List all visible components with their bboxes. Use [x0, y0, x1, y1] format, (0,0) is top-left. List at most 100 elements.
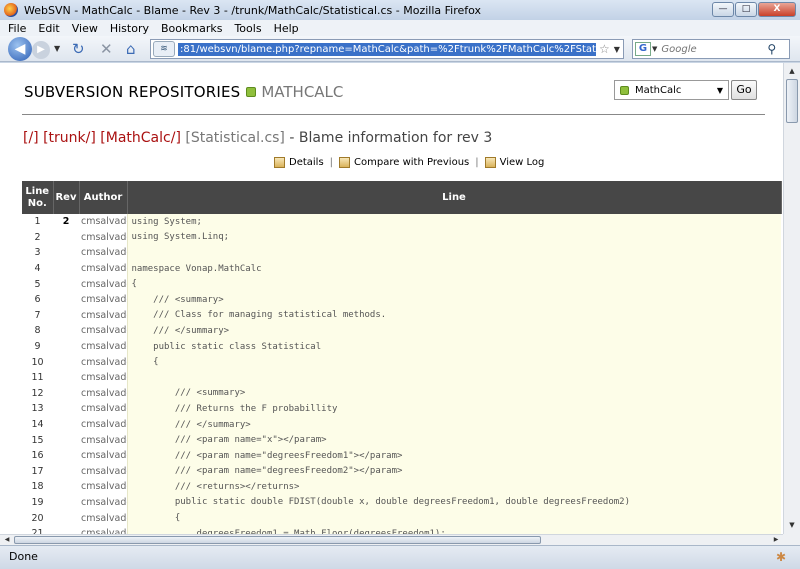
menu-file[interactable]: File — [8, 22, 26, 35]
stop-icon[interactable]: ✕ — [100, 41, 113, 57]
revision-cell — [53, 432, 79, 448]
author: cmsalvado — [81, 465, 127, 477]
author: cmsalvado — [81, 216, 127, 228]
vertical-scroll-thumb[interactable] — [786, 79, 798, 123]
details-icon — [274, 157, 285, 168]
view-log-link[interactable]: View Log — [500, 157, 545, 168]
revision-cell — [53, 308, 79, 324]
menu-history[interactable]: History — [110, 22, 149, 35]
scroll-up-icon[interactable]: ▲ — [785, 64, 799, 79]
author: cmsalvado — [81, 481, 127, 493]
star-icon[interactable]: ☆ — [599, 42, 610, 56]
header-divider — [22, 114, 765, 115]
code-line: /// Class for managing statistical metho… — [126, 307, 781, 324]
menu-help[interactable]: Help — [274, 22, 299, 35]
author: cmsalvado — [81, 512, 127, 524]
table-row: 5 cmsalvado{ — [22, 276, 781, 292]
repository-select-value: MathCalc — [635, 84, 682, 96]
maximize-button[interactable]: □ — [735, 2, 757, 17]
forward-arrow-icon[interactable]: ▶ — [32, 41, 50, 59]
minimize-button[interactable]: — — [712, 2, 734, 17]
menu-tools[interactable]: Tools — [234, 22, 261, 35]
line-number: 3 — [34, 247, 41, 259]
author: cmsalvado — [81, 372, 127, 384]
site-header: SUBVERSION REPOSITORIES MATHCALC — [24, 83, 343, 101]
home-icon[interactable]: ⌂ — [126, 41, 136, 57]
line-number: 1 — [34, 216, 41, 228]
line-number: 5 — [34, 278, 41, 290]
author: cmsalvado — [81, 263, 127, 275]
vertical-scrollbar[interactable]: ▲ ▼ — [783, 63, 800, 534]
revision-link[interactable]: 2 — [53, 214, 79, 230]
author: cmsalvado — [81, 450, 127, 462]
scroll-down-icon[interactable]: ▼ — [785, 518, 799, 533]
repository-select[interactable]: MathCalc ▼ — [614, 80, 729, 100]
search-bar[interactable]: G ▼ ⚲ — [632, 39, 790, 59]
reload-icon[interactable]: ↻ — [72, 41, 85, 57]
line-number: 2 — [34, 231, 41, 243]
code-line: /// <summary> — [126, 385, 781, 402]
url-dropdown-icon[interactable]: ▼ — [614, 45, 620, 54]
addon-status-icon[interactable]: ✱ — [776, 550, 786, 564]
code-line: /// <param name="x"></param> — [126, 432, 781, 448]
revision-cell — [53, 386, 79, 402]
scroll-right-icon[interactable]: ▶ — [770, 535, 782, 545]
revision-cell — [53, 479, 79, 495]
url-text[interactable]: :81/websvn/blame.php?repname=MathCalc&pa… — [178, 42, 596, 56]
horizontal-scrollbar[interactable]: ◀ ▶ — [0, 534, 783, 545]
compare-with-previous-link[interactable]: Compare with Previous — [354, 157, 469, 168]
code-line: { — [126, 510, 781, 526]
revision-cell — [53, 495, 79, 511]
table-row: 7 cmsalvado /// Class for managing statis… — [22, 307, 781, 324]
line-number: 16 — [31, 450, 44, 462]
action-links: Details | Compare with Previous | View L… — [274, 157, 544, 168]
back-arrow-icon[interactable]: ◀ — [8, 37, 32, 61]
code-line: /// Returns the F probabillity — [126, 401, 781, 417]
table-row: 2 cmsalvadousing System.Linq; — [22, 229, 781, 246]
menu-view[interactable]: View — [72, 22, 98, 35]
status-bar: Done ✱ — [0, 545, 800, 569]
code-line: public static class Statistical — [126, 338, 781, 355]
details-link[interactable]: Details — [289, 157, 324, 168]
navigation-toolbar: ◀ ▶ ▼ ↻ ✕ ⌂ ≋ :81/websvn/blame.php?repna… — [0, 36, 800, 62]
google-engine-icon[interactable]: G — [635, 42, 651, 56]
revision-cell — [53, 339, 79, 355]
line-number: 12 — [31, 387, 44, 399]
breadcrumb-root-link[interactable]: [/] — [23, 130, 39, 146]
magnifier-icon[interactable]: ⚲ — [767, 42, 776, 56]
menu-bookmarks[interactable]: Bookmarks — [161, 22, 222, 35]
author: cmsalvado — [81, 341, 127, 353]
code-line — [126, 369, 781, 386]
line-number: 17 — [31, 465, 44, 477]
line-number: 20 — [31, 512, 44, 524]
revision-cell — [53, 261, 79, 277]
breadcrumb-mathcalc-link[interactable]: [MathCalc/] — [100, 130, 181, 146]
engine-dropdown-icon[interactable]: ▼ — [652, 45, 657, 53]
scroll-left-icon[interactable]: ◀ — [1, 535, 13, 545]
blame-table: LineNo. Rev Author Line 12cmsalvadousing… — [22, 181, 782, 534]
column-header-author: Author — [79, 181, 128, 214]
table-row: 16 cmsalvado /// <param name="degreesFree… — [22, 447, 781, 464]
table-row: 14 cmsalvado /// </summary> — [22, 416, 781, 433]
author: cmsalvado — [81, 294, 127, 306]
window-titlebar: WebSVN - MathCalc - Blame - Rev 3 - /tru… — [0, 0, 800, 20]
history-dropdown-icon[interactable]: ▼ — [54, 44, 60, 53]
revision-cell — [53, 401, 79, 417]
close-button[interactable]: X — [758, 2, 796, 17]
table-row: 12 cmsalvado /// <summary> — [22, 385, 781, 402]
column-header-line-no: Line No. — [22, 181, 54, 214]
revision-cell — [53, 230, 79, 246]
go-button[interactable]: Go — [731, 80, 757, 100]
horizontal-scroll-thumb[interactable] — [14, 536, 541, 544]
menu-edit[interactable]: Edit — [38, 22, 59, 35]
table-header-row: Line No. Rev Author Line — [22, 181, 782, 214]
code-line: /// </summary> — [126, 416, 781, 433]
breadcrumb-trunk-link[interactable]: [trunk/] — [43, 130, 96, 146]
search-input[interactable] — [661, 43, 766, 55]
address-bar[interactable]: ≋ :81/websvn/blame.php?repname=MathCalc&… — [150, 39, 624, 59]
author: cmsalvado — [81, 278, 127, 290]
repository-cube-icon — [246, 87, 257, 97]
author: cmsalvado — [81, 434, 127, 446]
site-identity-icon[interactable]: ≋ — [153, 41, 175, 57]
firefox-logo-icon — [4, 3, 18, 17]
